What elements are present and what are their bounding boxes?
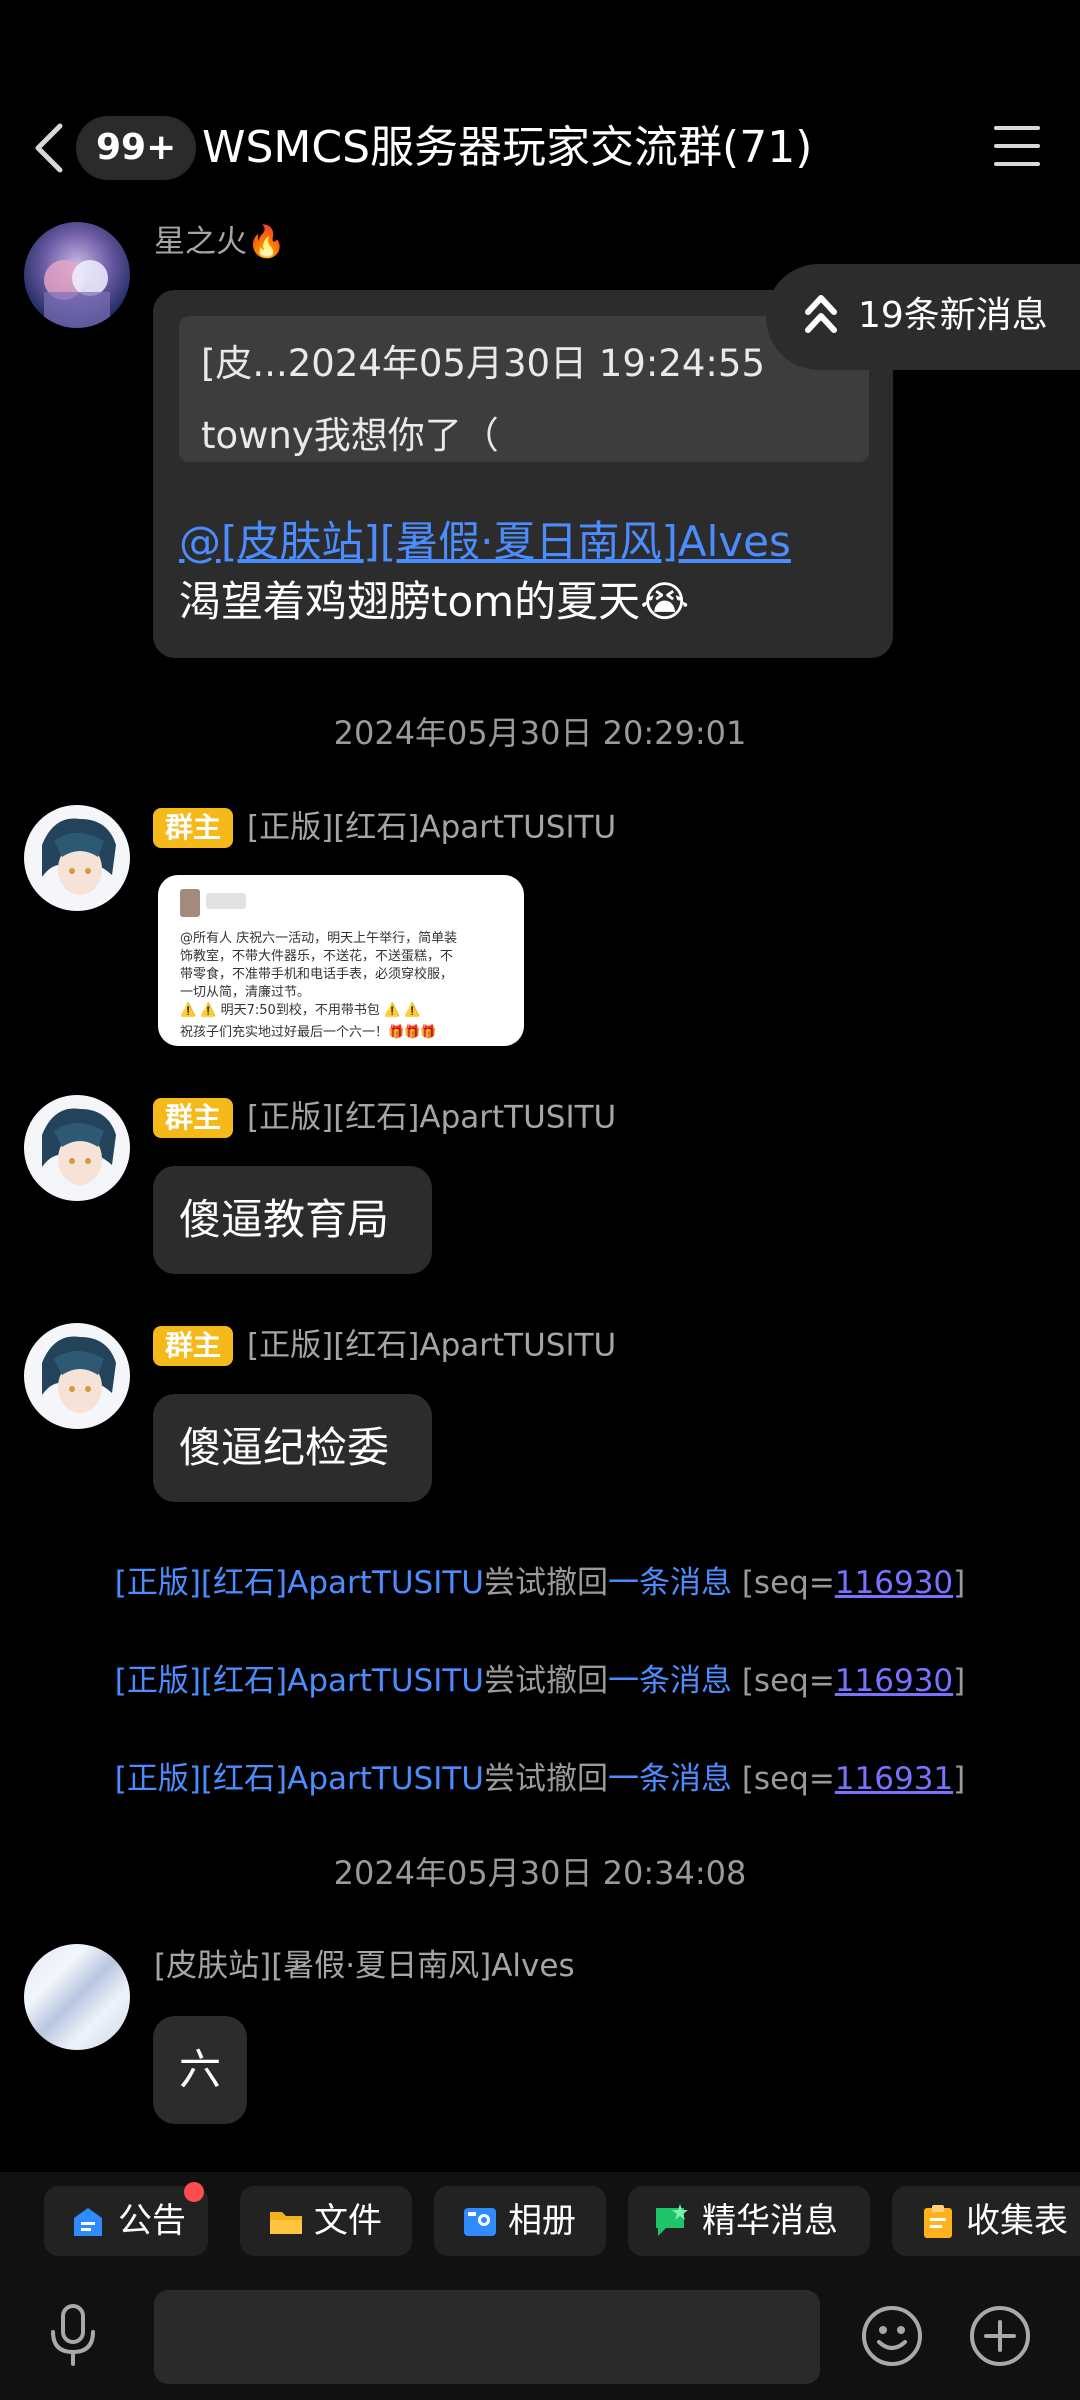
- avatar-art-icon: [42, 1108, 116, 1185]
- timestamp: 2024年05月30日 20:29:01: [333, 714, 747, 752]
- plus-icon[interactable]: [968, 2304, 1032, 2368]
- message-input[interactable]: [154, 2290, 820, 2384]
- avatar-art-icon: [44, 260, 110, 328]
- new-messages-label: 19条新消息: [858, 295, 1048, 336]
- avatar[interactable]: [24, 222, 130, 328]
- owner-badge: 群主: [153, 807, 234, 848]
- unread-count-badge[interactable]: 99+: [76, 116, 197, 180]
- seq-prefix: [seq=: [731, 1663, 835, 1699]
- folder-icon: [270, 2212, 302, 2234]
- clipboard-icon: [924, 2205, 952, 2238]
- announcement-label: 公告: [118, 2201, 186, 2241]
- mention-link[interactable]: @[皮肤站][暑假·夏日南风]Alves: [179, 512, 879, 572]
- collect-form-button[interactable]: 收集表: [892, 2186, 1080, 2256]
- sender-name: [皮肤站][暑假·夏日南风]Alves: [154, 1948, 575, 1984]
- image-message[interactable]: @所有人 庆祝六一活动，明天上午举行，简单装 饰教室，不带大件器乐，不送花，不送…: [158, 875, 524, 1046]
- image-text-line: 一切从简，清廉过节。: [180, 985, 311, 1000]
- recall-message-link[interactable]: 一条消息: [608, 1565, 732, 1601]
- image-text-line: 饰教室，不带大件器乐，不送花，不送蛋糕，不: [180, 949, 454, 964]
- message-bubble[interactable]: 傻逼教育局: [153, 1166, 432, 1274]
- sender-name: [正版][红石]ApartTUSITU: [247, 1099, 617, 1136]
- sender-name: [正版][红石]ApartTUSITU: [247, 809, 617, 846]
- recall-action-text: 尝试撤回: [483, 1565, 608, 1601]
- recall-user-link[interactable]: [正版][红石]ApartTUSITU: [115, 1663, 484, 1699]
- seq-suffix: ]: [953, 1663, 966, 1699]
- message-text: 傻逼纪检委: [179, 1423, 390, 1472]
- image-text-line: @所有人 庆祝六一活动，明天上午举行，简单装: [180, 931, 458, 946]
- menu-icon[interactable]: [994, 126, 1040, 166]
- sender-line: 群主 [正版][红石]ApartTUSITU: [153, 804, 616, 850]
- album-button[interactable]: 相册: [434, 2186, 606, 2256]
- notification-dot: [184, 2182, 204, 2202]
- avatar-art-icon: [42, 818, 116, 895]
- seq-link[interactable]: 116930: [835, 1565, 953, 1601]
- recall-action-text: 尝试撤回: [483, 1663, 608, 1699]
- seq-suffix: ]: [953, 1761, 966, 1797]
- recall-action-text: 尝试撤回: [483, 1761, 608, 1797]
- back-arrow-icon[interactable]: [30, 120, 70, 176]
- message-text: 渴望着鸡翅膀tom的夏天😭: [179, 577, 690, 626]
- essence-messages-button[interactable]: 精华消息: [628, 2186, 870, 2256]
- microphone-icon[interactable]: [48, 2304, 98, 2366]
- owner-badge: 群主: [153, 1325, 234, 1366]
- collect-form-label: 收集表: [966, 2201, 1068, 2241]
- recall-notice: [正版][红石]ApartTUSITU尝试撤回一条消息 [seq=116930]: [0, 1655, 1080, 1700]
- avatar-art-icon: [42, 1336, 116, 1413]
- chat-title[interactable]: WSMCS服务器玩家交流群(71): [202, 112, 812, 184]
- message-text: 六: [179, 2045, 222, 2094]
- files-button[interactable]: 文件: [240, 2186, 412, 2256]
- recall-user-link[interactable]: [正版][红石]ApartTUSITU: [115, 1565, 484, 1601]
- group-tools-bar: 公告 文件 相册 精华消息 收集表: [0, 2172, 1080, 2272]
- sender-line: 群主 [正版][红石]ApartTUSITU: [153, 1322, 616, 1368]
- seq-prefix: [seq=: [731, 1761, 835, 1797]
- message-text: 傻逼教育局: [179, 1195, 390, 1244]
- input-bar: [0, 2272, 1080, 2400]
- image-text-line: 祝孩子们充实地过好最后一个六一！🎁🎁🎁: [180, 1025, 437, 1040]
- quoted-message[interactable]: [皮...2024年05月30日 19:24:55 towny我想你了（: [179, 316, 869, 462]
- seq-prefix: [seq=: [731, 1565, 835, 1601]
- quoted-message-header: [皮...2024年05月30日 19:24:55: [201, 342, 765, 385]
- recall-notice: [正版][红石]ApartTUSITU尝试撤回一条消息 [seq=116931]: [0, 1753, 1080, 1798]
- sender-name: [正版][红石]ApartTUSITU: [247, 1327, 617, 1364]
- image-text-line: ⚠️ ⚠️ 明天7:50到校，不用带书包 ⚠️ ⚠️: [180, 1003, 421, 1018]
- essence-icon: [656, 2204, 688, 2236]
- album-label: 相册: [508, 2201, 576, 2241]
- owner-badge: 群主: [153, 1097, 234, 1138]
- avatar[interactable]: [24, 805, 130, 911]
- new-messages-button[interactable]: 19条新消息: [766, 264, 1080, 370]
- timestamp: 2024年05月30日 20:34:08: [333, 1854, 747, 1892]
- announcement-icon: [74, 2208, 102, 2236]
- image-blur-name: [206, 893, 246, 909]
- recall-user-link[interactable]: [正版][红石]ApartTUSITU: [115, 1761, 484, 1797]
- recall-message-link[interactable]: 一条消息: [608, 1761, 732, 1797]
- message-bubble[interactable]: 六: [153, 2016, 247, 2124]
- sender-name: 星之火🔥: [154, 224, 286, 260]
- sender-line: 群主 [正版][红石]ApartTUSITU: [153, 1094, 616, 1140]
- image-text-line: 带零食，不准带手机和电话手表，必须穿校服，: [180, 967, 454, 982]
- recall-message-link[interactable]: 一条消息: [608, 1663, 732, 1699]
- seq-link[interactable]: 116931: [835, 1761, 953, 1797]
- album-icon: [464, 2208, 496, 2236]
- announcement-button[interactable]: 公告: [44, 2182, 208, 2256]
- essence-label: 精华消息: [702, 2201, 838, 2241]
- quoted-message-text: towny我想你了（: [201, 414, 499, 457]
- message-bubble[interactable]: 傻逼纪检委: [153, 1394, 432, 1502]
- double-chevron-up-icon: [805, 295, 837, 333]
- files-label: 文件: [314, 2201, 382, 2241]
- avatar[interactable]: [24, 1944, 130, 2050]
- chat-header: 99+ WSMCS服务器玩家交流群(71): [0, 100, 1080, 196]
- avatar[interactable]: [24, 1323, 130, 1429]
- seq-link[interactable]: 116930: [835, 1663, 953, 1699]
- seq-suffix: ]: [953, 1565, 966, 1601]
- emoji-icon[interactable]: [860, 2304, 924, 2368]
- avatar[interactable]: [24, 1095, 130, 1201]
- image-blur-avatar: [180, 889, 200, 917]
- recall-notice: [正版][红石]ApartTUSITU尝试撤回一条消息 [seq=116930]: [0, 1557, 1080, 1602]
